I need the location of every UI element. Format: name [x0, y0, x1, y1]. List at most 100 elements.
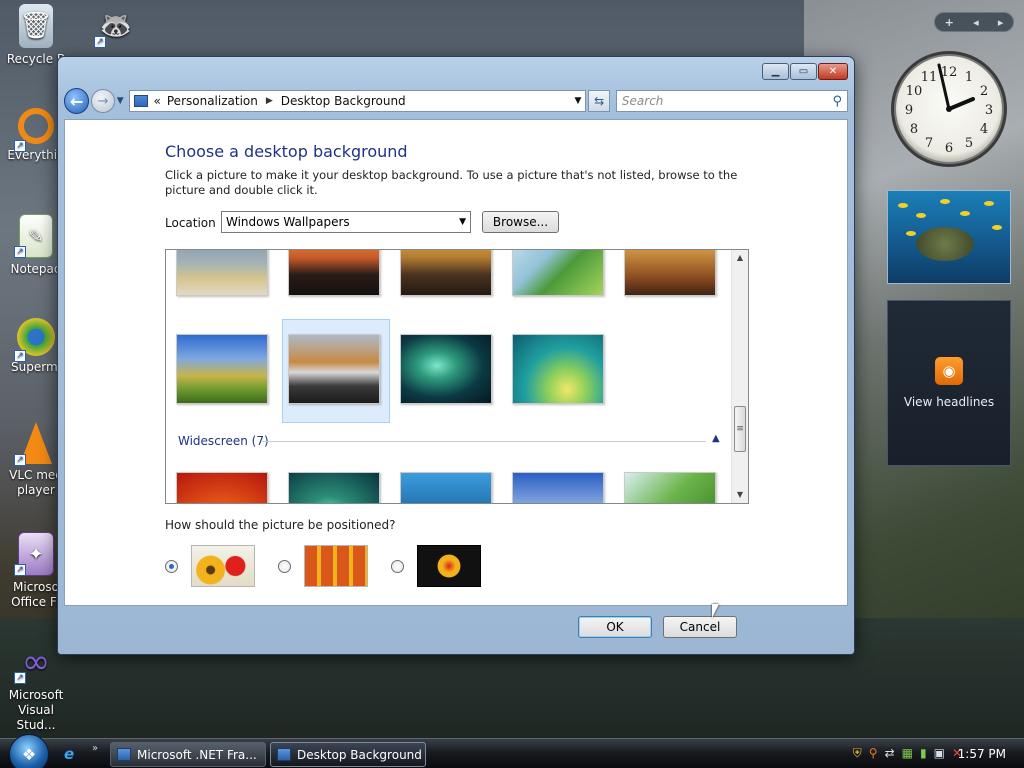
wallpaper-thumbnail[interactable] — [512, 472, 604, 503]
clock-number: 4 — [980, 122, 988, 137]
breadcrumb-desktop-background[interactable]: Desktop Background — [281, 94, 406, 108]
system-tray: ⛨ ⚲ ⇄ ▦ ▮ ▣ ✕ — [853, 746, 962, 761]
address-bar[interactable]: « Personalization ▶ Desktop Background ▼ — [128, 90, 587, 112]
sidebar-next-icon[interactable]: ▸ — [998, 16, 1004, 29]
browse-button[interactable]: Browse... — [482, 211, 559, 233]
mouse-cursor-icon — [712, 604, 719, 618]
position-center-radio[interactable] — [391, 560, 404, 573]
window-controls: ▁ ▭ ✕ — [762, 63, 848, 80]
taskbar: ❖ e » Microsoft .NET Fra... Desktop Back… — [0, 734, 1024, 768]
search-input[interactable]: Search ⚲ — [615, 90, 848, 112]
wallpaper-thumbnail[interactable] — [288, 250, 380, 296]
cancel-button[interactable]: Cancel — [663, 616, 737, 638]
position-tile-radio[interactable] — [278, 560, 291, 573]
back-button[interactable]: ← — [64, 88, 90, 114]
position-tile-preview[interactable] — [304, 545, 368, 587]
gallery-scrollbar[interactable]: ▲ ≡ ▼ — [731, 250, 748, 503]
breadcrumb-separator-icon[interactable]: ▶ — [266, 96, 273, 106]
shortcut-arrow-icon: ↗ — [14, 246, 26, 258]
wallpaper-thumbnail-selected[interactable] — [288, 334, 380, 404]
desktop: 🗑 Recycle B 🦝 ↗ ↗ Everythin ✎ ↗ Notepad … — [0, 0, 1024, 738]
display-icon[interactable]: ▣ — [934, 746, 945, 761]
refresh-button[interactable]: ⇆ — [588, 90, 610, 112]
wallpaper-thumbnail[interactable] — [512, 334, 604, 404]
address-dropdown-icon[interactable]: ▼ — [575, 96, 582, 106]
wallpaper-thumbnail[interactable] — [176, 334, 268, 404]
clock-number: 3 — [985, 103, 993, 118]
clock-gadget[interactable]: 12 1 2 3 4 5 6 7 8 9 10 11 — [889, 47, 1009, 171]
clock-number: 10 — [906, 84, 923, 99]
sea-turtle-icon — [916, 227, 974, 261]
wallpaper-thumbnail[interactable] — [176, 472, 268, 503]
taskbar-clock[interactable]: 1:57 PM — [958, 747, 1006, 761]
minimize-button[interactable]: ▁ — [762, 63, 789, 80]
scrollbar-thumb[interactable]: ≡ — [734, 406, 746, 452]
sync-icon[interactable]: ⇄ — [885, 746, 895, 761]
collapse-group-icon[interactable]: ▲ — [712, 433, 720, 444]
shortcut-arrow-icon: ↗ — [14, 672, 26, 684]
position-question: How should the picture be positioned? — [165, 518, 396, 532]
search-icon[interactable]: ⚲ — [832, 94, 842, 109]
close-button[interactable]: ✕ — [818, 63, 848, 80]
start-button[interactable]: ❖ — [9, 734, 49, 768]
sidebar-prev-icon[interactable]: ◂ — [973, 16, 979, 29]
content-pane: Choose a desktop background Click a pict… — [64, 119, 848, 606]
taskbar-item-desktop-background[interactable]: Desktop Background — [270, 742, 426, 767]
address-overflow-icon[interactable]: « — [154, 94, 161, 108]
wallpaper-thumbnail[interactable] — [624, 250, 716, 296]
page-title: Choose a desktop background — [165, 142, 408, 161]
taskbar-item-label: Microsoft .NET Fra... — [137, 747, 257, 762]
sidebar-add-button[interactable]: + — [945, 16, 954, 29]
search-placeholder: Search — [621, 94, 664, 108]
window-icon — [117, 748, 131, 761]
clock-number: 5 — [965, 136, 973, 151]
position-fit-preview[interactable] — [191, 545, 255, 587]
maximize-button[interactable]: ▭ — [790, 63, 817, 80]
recent-pages-chevron-icon[interactable]: ▼ — [117, 96, 127, 106]
clock-number: 7 — [925, 136, 933, 151]
wallpaper-thumbnail[interactable] — [512, 250, 604, 296]
security-shield-icon[interactable]: ⛨ — [853, 746, 862, 761]
clock-number: 2 — [980, 84, 988, 99]
power-icon[interactable]: ▮ — [920, 746, 927, 761]
breadcrumb-personalization[interactable]: Personalization — [167, 94, 258, 108]
ok-button[interactable]: OK — [578, 616, 652, 638]
wallpaper-thumbnail[interactable] — [624, 472, 716, 503]
shortcut-arrow-icon: ↗ — [94, 36, 106, 48]
position-fit-radio[interactable] — [165, 560, 178, 573]
chevron-down-icon: ▼ — [459, 217, 466, 227]
clock-number: 9 — [905, 103, 913, 118]
wallpaper-thumbnail[interactable] — [400, 334, 492, 404]
feed-gadget: ◉ View headlines — [887, 190, 1011, 466]
wallpaper-thumbnail[interactable] — [400, 472, 492, 503]
search-tray-icon[interactable]: ⚲ — [869, 746, 878, 761]
quick-launch-overflow-icon[interactable]: » — [92, 743, 98, 754]
group-divider — [262, 441, 706, 442]
desktop-icon-raccoon[interactable]: 🦝 ↗ — [80, 4, 152, 52]
shortcut-arrow-icon: ↗ — [14, 564, 26, 576]
internet-explorer-icon[interactable]: e — [64, 745, 74, 763]
control-panel-icon — [133, 95, 148, 107]
wallpaper-thumbnail[interactable] — [400, 250, 492, 296]
sidebar-controls: + ◂ ▸ — [934, 12, 1014, 32]
feed-headlines-gadget[interactable]: ◉ View headlines — [887, 300, 1011, 466]
location-dropdown[interactable]: Windows Wallpapers ▼ — [221, 211, 471, 233]
scroll-up-icon[interactable]: ▲ — [732, 250, 748, 266]
position-center-preview[interactable] — [417, 545, 481, 587]
shortcut-arrow-icon: ↗ — [14, 454, 26, 466]
location-label: Location — [165, 216, 216, 230]
desktop-background-window: ▁ ▭ ✕ ← → ▼ « Personalization ▶ Desktop … — [57, 56, 855, 655]
forward-button[interactable]: → — [91, 89, 115, 113]
scroll-down-icon[interactable]: ▼ — [732, 487, 748, 503]
taskbar-item-dotnet[interactable]: Microsoft .NET Fra... — [110, 742, 266, 767]
taskbar-item-label: Desktop Background — [297, 747, 422, 762]
wallpaper-gallery[interactable]: Widescreen (7) ▲ ▲ ≡ ▼ — [165, 249, 749, 504]
slideshow-gadget[interactable] — [887, 190, 1011, 284]
view-headlines-link[interactable]: View headlines — [904, 395, 994, 409]
windows-logo-icon: ❖ — [21, 744, 37, 764]
network-icon[interactable]: ▦ — [902, 746, 913, 761]
wallpaper-thumbnail[interactable] — [288, 472, 380, 503]
widescreen-group-header[interactable]: Widescreen (7) — [178, 434, 269, 448]
wallpaper-thumbnail[interactable] — [176, 250, 268, 296]
window-icon — [277, 748, 291, 761]
